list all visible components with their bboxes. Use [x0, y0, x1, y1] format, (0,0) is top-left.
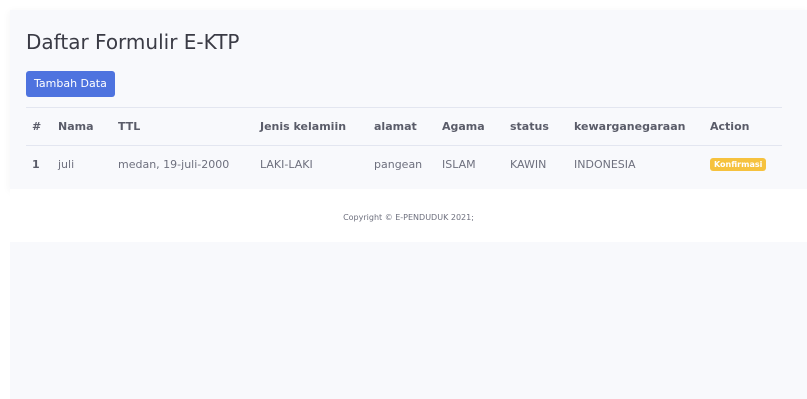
cell-number: 1: [32, 157, 40, 171]
cell-nama: juli: [58, 157, 75, 171]
ektp-card: Daftar Formulir E-KTP Tambah Data # Nama…: [10, 10, 807, 189]
page: Daftar Formulir E-KTP Tambah Data # Nama…: [0, 0, 807, 399]
page-title: Daftar Formulir E-KTP: [26, 30, 240, 54]
ektp-table: # Nama TTL Jenis kelamiin alamat Agama s…: [26, 107, 782, 182]
cell-status: KAWIN: [510, 157, 547, 171]
confirm-badge-button[interactable]: Konfirmasi: [710, 158, 767, 171]
cell-ttl: medan, 19-juli-2000: [118, 157, 230, 171]
copyright-footer: Copyright © E-PENDUDUK 2021;: [343, 213, 474, 222]
column-header-agama: Agama: [436, 107, 504, 146]
table-row: 1 juli medan, 19-juli-2000 LAKI-LAKI pan…: [26, 146, 782, 183]
table-header-row: # Nama TTL Jenis kelamiin alamat Agama s…: [26, 107, 782, 146]
empty-lower-area: [10, 242, 807, 399]
column-header-jenis-kelamin: Jenis kelamiin: [254, 107, 368, 146]
cell-action: Konfirmasi: [704, 146, 782, 183]
column-header-ttl: TTL: [112, 107, 254, 146]
cell-kewarganegaraan: INDONESIA: [574, 157, 636, 171]
column-header-action: Action: [704, 107, 782, 146]
cell-agama: ISLAM: [442, 157, 476, 171]
add-data-button[interactable]: Tambah Data: [26, 71, 115, 97]
content-area: Daftar Formulir E-KTP Tambah Data # Nama…: [10, 10, 807, 399]
cell-jenis-kelamin: LAKI-LAKI: [260, 157, 313, 171]
column-header-nama: Nama: [52, 107, 112, 146]
column-header-number: #: [26, 107, 52, 146]
column-header-alamat: alamat: [368, 107, 436, 146]
column-header-kewarganegaraan: kewarganegaraan: [568, 107, 704, 146]
column-header-status: status: [504, 107, 568, 146]
cell-alamat: pangean: [374, 157, 423, 171]
